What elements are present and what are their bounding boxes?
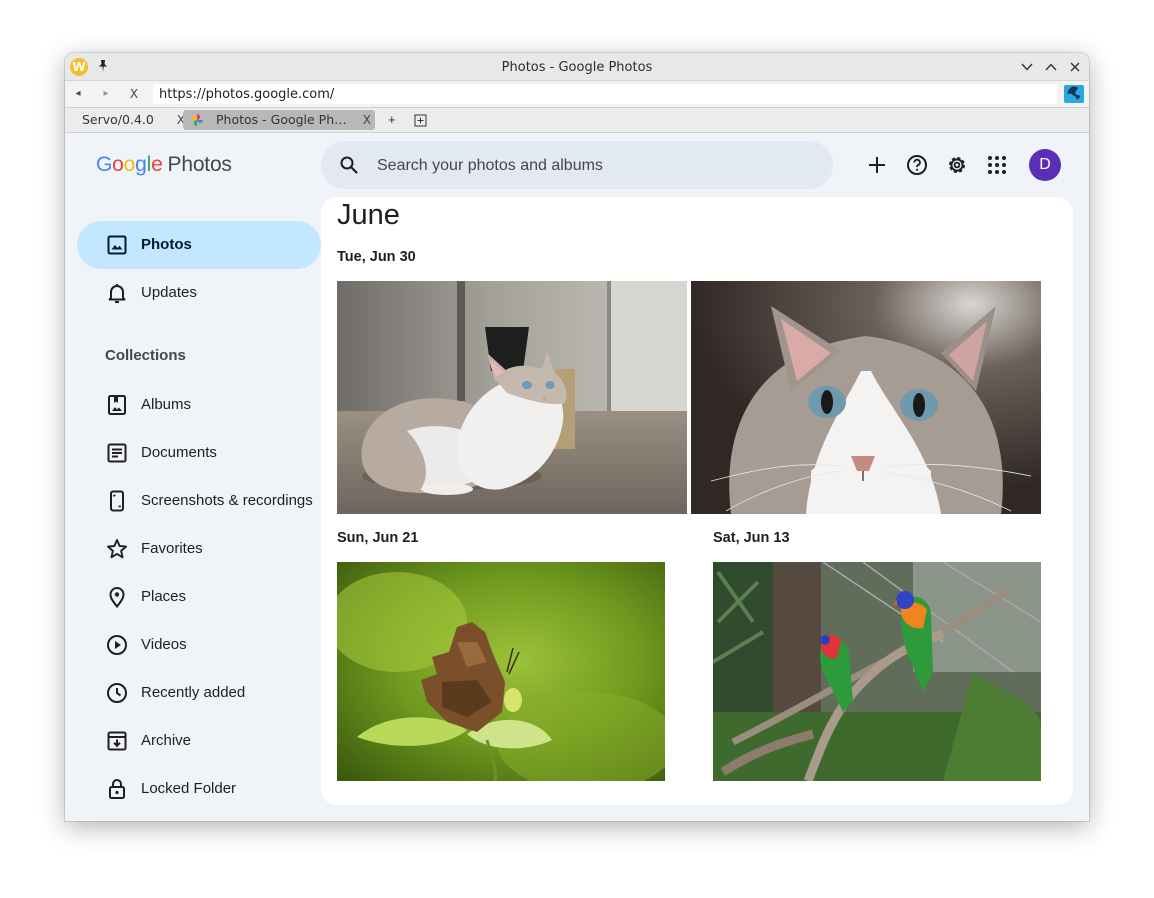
settings-icon[interactable] — [945, 153, 969, 177]
search-bar[interactable] — [321, 141, 833, 191]
photo-image — [691, 281, 1041, 514]
bell-icon — [108, 284, 126, 303]
extension-icon[interactable] — [1064, 85, 1084, 103]
photo-icon — [107, 235, 127, 255]
logo-letter: G — [96, 153, 113, 176]
sidebar-item-photos[interactable]: Photos — [77, 221, 321, 269]
photo-butterfly[interactable] — [337, 562, 665, 781]
sidebar-item-label: Updates — [141, 284, 197, 301]
tab-strip: Servo/0.4.0 X Photos - Google Photos X + — [65, 108, 1089, 133]
account-avatar[interactable]: D — [1029, 149, 1061, 181]
logo-letter: o — [123, 153, 136, 176]
window-title: Photos - Google Photos — [501, 60, 653, 75]
sidebar-item-label: Screenshots & recordings — [141, 492, 313, 509]
sidebar-item-places[interactable]: Places — [77, 573, 321, 621]
sidebar-item-label: Places — [141, 588, 187, 605]
sidebar-item-label: Recently added — [141, 684, 246, 701]
sidebar-item-archive[interactable]: Archive — [77, 717, 321, 765]
url-bar: ◂ ▸ X — [65, 81, 1089, 108]
google-wordmark: Google — [96, 153, 163, 176]
minimize-icon[interactable] — [1020, 60, 1034, 74]
tab-label: Photos - Google Photos — [216, 112, 348, 127]
tab-servo[interactable]: Servo/0.4.0 X — [73, 110, 185, 130]
phone-screenshot-icon — [110, 490, 124, 512]
search-input[interactable] — [375, 141, 819, 191]
sidebar-item-label: Documents — [141, 444, 217, 461]
photo-cat-lying[interactable] — [337, 281, 687, 514]
title-bar: W Photos - Google Photos — [65, 53, 1089, 81]
help-icon[interactable] — [905, 153, 929, 177]
photo-grid: June Tue, Jun 30 Sun, Jun 21 Sat, Jun 13 — [321, 197, 1073, 805]
sidebar-item-label: Archive — [141, 732, 192, 749]
new-tab-button[interactable]: + — [388, 111, 396, 129]
sidebar-item-label: Photos — [141, 236, 192, 253]
sidebar-item-recently-added[interactable]: Recently added — [77, 669, 321, 717]
logo-letter: g — [135, 153, 147, 176]
google-photos-favicon-icon — [191, 114, 203, 126]
sidebar-item-label: Locked Folder — [141, 780, 237, 797]
date-group-label: Sat, Jun 13 — [713, 530, 790, 546]
photo-image — [713, 562, 1041, 781]
sidebar-item-label: Albums — [141, 396, 192, 413]
photo-lorikeets[interactable] — [713, 562, 1041, 781]
date-group-label: Tue, Jun 30 — [337, 249, 416, 265]
collections-heading: Collections — [105, 347, 186, 364]
play-icon — [107, 635, 127, 655]
tab-label: Servo/0.4.0 — [82, 112, 154, 127]
tab-google-photos[interactable]: Photos - Google Photos X — [183, 110, 375, 130]
photo-image — [337, 562, 665, 781]
maximize-icon[interactable] — [1044, 60, 1058, 74]
logo-product-name: Photos — [167, 153, 232, 176]
apps-grid-icon[interactable] — [985, 153, 1009, 177]
star-icon — [107, 539, 127, 559]
pin-icon — [109, 587, 125, 609]
photo-cat-face[interactable] — [691, 281, 1041, 514]
stop-button[interactable]: X — [127, 87, 141, 101]
browser-window: W Photos - Google Photos ◂ ▸ X https://p… — [65, 53, 1089, 821]
sidebar-item-screenshots[interactable]: Screenshots & recordings — [77, 477, 321, 525]
close-icon[interactable] — [1068, 60, 1082, 74]
photo-image — [337, 281, 687, 514]
forward-button[interactable]: ▸ — [99, 87, 113, 101]
add-icon[interactable] — [865, 153, 889, 177]
sidebar-item-favorites[interactable]: Favorites — [77, 525, 321, 573]
url-input[interactable] — [153, 84, 1057, 104]
logo-letter: o — [112, 153, 124, 176]
sidebar-item-videos[interactable]: Videos — [77, 621, 321, 669]
tab-overview-icon[interactable] — [414, 114, 427, 127]
sidebar-item-albums[interactable]: Albums — [77, 381, 321, 429]
radiation-icon — [1067, 86, 1081, 100]
clock-icon — [107, 683, 127, 703]
sidebar-item-label: Videos — [141, 636, 187, 653]
sidebar-item-locked-folder[interactable]: Locked Folder — [77, 765, 321, 813]
document-icon — [107, 443, 127, 463]
google-photos-logo[interactable]: Google Photos — [96, 153, 232, 177]
google-photos-page: Google Photos Search your photos and alb… — [65, 133, 1089, 821]
sidebar-item-updates[interactable]: Updates — [77, 269, 321, 317]
back-button[interactable]: ◂ — [71, 87, 85, 101]
archive-icon — [107, 731, 127, 751]
search-icon[interactable] — [337, 153, 361, 177]
month-heading: June — [337, 199, 400, 231]
date-group-label: Sun, Jun 21 — [337, 530, 419, 546]
logo-letter: e — [151, 153, 163, 176]
lock-icon — [109, 779, 125, 799]
sidebar-item-documents[interactable]: Documents — [77, 429, 321, 477]
album-icon — [108, 395, 126, 415]
sidebar-item-label: Favorites — [141, 540, 203, 557]
tab-close-button[interactable]: X — [363, 110, 371, 130]
